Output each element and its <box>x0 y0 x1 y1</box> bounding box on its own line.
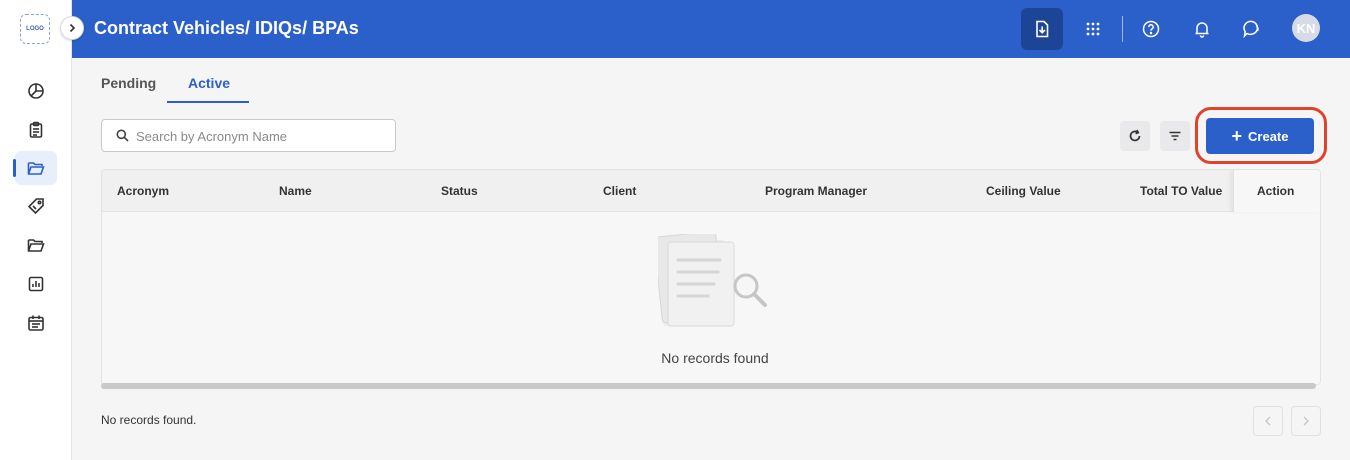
sidebar-item-calendar[interactable] <box>15 306 57 340</box>
user-avatar[interactable]: KN <box>1292 14 1320 42</box>
chevron-right-icon <box>69 23 76 33</box>
sidebar-item-documents[interactable] <box>15 228 57 262</box>
notifications-button[interactable] <box>1181 8 1223 50</box>
help-icon <box>1142 20 1160 38</box>
sidebar-item-tasks[interactable] <box>15 113 57 147</box>
apps-button[interactable] <box>1072 8 1114 50</box>
sidebar: LOGO <box>0 0 72 460</box>
empty-state-message: No records found <box>661 350 769 366</box>
folder-open-icon <box>27 162 45 175</box>
folder-icon <box>27 239 45 252</box>
refresh-button[interactable] <box>1120 121 1150 151</box>
tab-pending[interactable]: Pending <box>101 75 156 91</box>
tag-icon <box>27 198 44 215</box>
chat-icon <box>1243 20 1259 39</box>
column-header-total-to-value[interactable]: Total TO Value <box>1140 184 1222 198</box>
previous-page-button[interactable] <box>1253 406 1283 436</box>
create-button-label: Create <box>1248 128 1289 144</box>
pie-chart-icon <box>28 83 44 99</box>
data-table: Acronym Name Status Client Program Manag… <box>101 169 1321 385</box>
download-icon <box>1036 20 1049 38</box>
chat-button[interactable] <box>1231 8 1273 50</box>
empty-state-illustration <box>658 234 767 327</box>
download-button[interactable] <box>1021 8 1063 50</box>
column-header-client[interactable]: Client <box>603 184 636 198</box>
sidebar-item-contract-vehicles[interactable] <box>13 151 57 185</box>
next-page-button[interactable] <box>1291 406 1321 436</box>
table-header: Acronym Name Status Client Program Manag… <box>102 170 1320 212</box>
apps-grid-icon <box>1086 22 1100 36</box>
sidebar-toggle-button[interactable] <box>60 16 84 40</box>
create-button[interactable]: + Create <box>1206 118 1314 154</box>
sidebar-item-dashboard[interactable] <box>15 74 57 108</box>
app-header: Contract Vehicles/ IDIQs/ BPAs KN <box>72 0 1350 58</box>
column-header-acronym[interactable]: Acronym <box>117 184 169 198</box>
help-button[interactable] <box>1130 8 1172 50</box>
app-logo[interactable]: LOGO <box>20 14 50 44</box>
header-divider <box>1122 16 1123 42</box>
sidebar-item-tags[interactable] <box>15 189 57 223</box>
refresh-icon <box>1129 129 1141 142</box>
records-summary: No records found. <box>101 413 197 427</box>
column-header-action: Action <box>1257 184 1295 198</box>
bell-icon <box>1195 22 1209 38</box>
calendar-icon <box>28 315 44 331</box>
filter-icon <box>1169 131 1181 141</box>
action-column-cell: Action <box>1233 170 1320 212</box>
table-horizontal-scrollbar[interactable] <box>101 383 1316 389</box>
chevron-right-icon <box>1303 416 1309 426</box>
column-header-program-manager[interactable]: Program Manager <box>765 184 867 198</box>
column-header-name[interactable]: Name <box>279 184 312 198</box>
sidebar-item-reports[interactable] <box>15 267 57 301</box>
search-icon <box>116 129 129 142</box>
plus-icon: + <box>1231 126 1243 146</box>
tab-active[interactable]: Active <box>188 75 230 91</box>
clipboard-icon <box>29 121 43 138</box>
page-title: Contract Vehicles/ IDIQs/ BPAs <box>94 18 359 38</box>
search-input[interactable] <box>136 127 386 145</box>
search-box <box>101 119 396 152</box>
active-tab-indicator <box>167 101 249 103</box>
column-header-status[interactable]: Status <box>441 184 478 198</box>
filter-button[interactable] <box>1160 121 1190 151</box>
column-header-ceiling-value[interactable]: Ceiling Value <box>986 184 1061 198</box>
chevron-left-icon <box>1265 416 1271 426</box>
bar-chart-icon <box>28 276 44 292</box>
